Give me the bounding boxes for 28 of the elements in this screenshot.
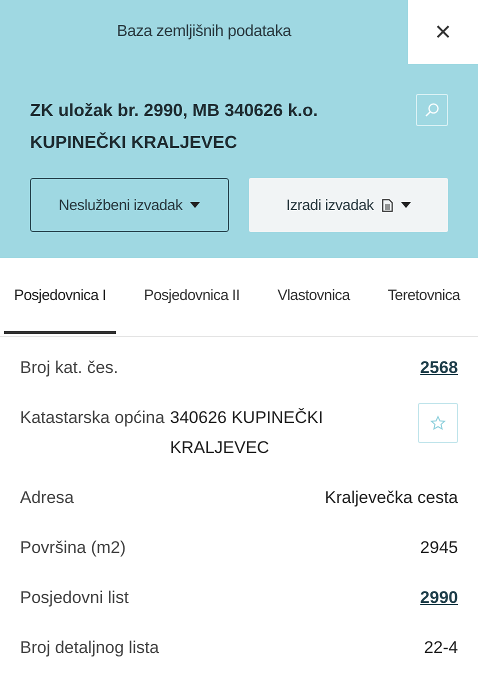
field-label: Katastarska općina <box>20 407 166 429</box>
favorite-button[interactable] <box>418 403 458 443</box>
tab[interactable]: Vlastovnica <box>267 260 360 334</box>
create-extract-button[interactable]: Izradi izvadak <box>249 178 448 232</box>
record-heading: ZK uložak br. 2990, MB 340626 k.o. KUPINEČKI KRALJEVEC <box>30 99 319 154</box>
value-link[interactable]: 2568 <box>420 353 458 383</box>
caret-icon <box>190 202 200 208</box>
field-label: Površina (m2) <box>20 537 127 559</box>
value-link[interactable]: 2990 <box>420 583 458 613</box>
field-value: 22-4 <box>424 637 458 659</box>
unofficial-extract-button[interactable]: Neslužbeni izvadak <box>30 178 229 232</box>
field-label: Adresa <box>20 487 75 509</box>
tab[interactable]: Posjedovnica II <box>134 260 250 334</box>
tab[interactable]: Posjedovnica I <box>4 260 116 334</box>
search-button[interactable] <box>416 94 448 126</box>
field-label: Broj kat. čes. <box>20 357 120 379</box>
search-icon <box>424 102 440 118</box>
field-value: 340626 KUPINEČKI KRALJEVEC <box>170 407 324 459</box>
caret-icon <box>400 202 411 208</box>
field-label: Posjedovni list <box>20 587 130 609</box>
star-icon <box>430 415 446 431</box>
field-value: 2945 <box>420 537 458 559</box>
field-label: Broj detaljnog lista <box>20 637 160 659</box>
tab[interactable]: Teretovnica <box>378 260 470 334</box>
close-button[interactable]: × <box>408 0 478 64</box>
field-value: Kraljevečka cesta <box>324 487 458 509</box>
page-title: Baza zemljišnih podataka <box>116 23 292 41</box>
document-icon <box>382 198 393 212</box>
